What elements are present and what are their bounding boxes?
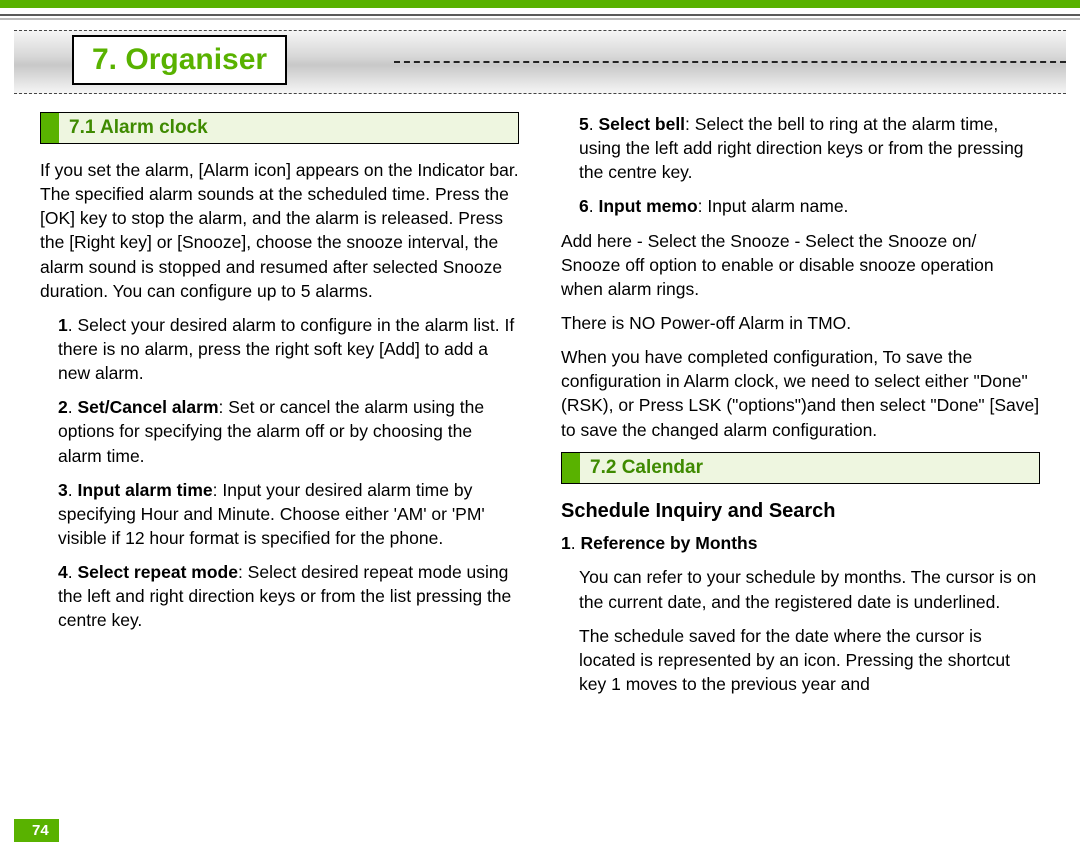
item4-label: Select repeat mode bbox=[77, 562, 237, 582]
top-green-border bbox=[0, 0, 1080, 8]
section-title-7-2: 7.2 Calendar bbox=[590, 455, 703, 481]
page-number: 74 bbox=[32, 822, 49, 839]
item2-label: Set/Cancel alarm bbox=[77, 397, 218, 417]
section72-ref-head: 1. Reference by Months bbox=[561, 531, 1040, 555]
item6-body: : Input alarm name. bbox=[698, 196, 849, 216]
section71-addhere: Add here - Select the Snooze - Select th… bbox=[561, 229, 1040, 301]
section71-item5: 5. Select bell: Select the bell to ring … bbox=[561, 112, 1040, 184]
chapter-dashed-line bbox=[394, 61, 1066, 63]
item1-num: 1 bbox=[58, 315, 68, 335]
subsection-schedule-inquiry: Schedule Inquiry and Search bbox=[561, 498, 1040, 526]
item3-label: Input alarm time bbox=[77, 480, 212, 500]
item4-num: 4 bbox=[58, 562, 68, 582]
chapter-title-box: 7. Organiser bbox=[72, 35, 287, 85]
rule-dark bbox=[0, 14, 1080, 16]
section71-item6: 6. Input memo: Input alarm name. bbox=[561, 194, 1040, 218]
section-heading-7-2: 7.2 Calendar bbox=[561, 452, 1040, 484]
page-body: 7.1 Alarm clock If you set the alarm, [A… bbox=[0, 94, 1080, 706]
section-accent-bar bbox=[41, 113, 59, 143]
item6-label: Input memo bbox=[598, 196, 697, 216]
ref-num: 1 bbox=[561, 533, 571, 553]
chapter-title: 7. Organiser bbox=[92, 43, 267, 76]
section72-ref-body1: You can refer to your schedule by months… bbox=[561, 565, 1040, 613]
item5-label: Select bell bbox=[598, 114, 685, 134]
section-accent-bar bbox=[562, 453, 580, 483]
rule-light bbox=[0, 18, 1080, 20]
chapter-header-strip: 7. Organiser bbox=[14, 30, 1066, 94]
item6-num: 6 bbox=[579, 196, 589, 216]
section71-intro: If you set the alarm, [Alarm icon] appea… bbox=[40, 158, 519, 303]
section71-poweroff: There is NO Power-off Alarm in TMO. bbox=[561, 311, 1040, 335]
item5-num: 5 bbox=[579, 114, 589, 134]
section71-save: When you have completed configuration, T… bbox=[561, 345, 1040, 442]
section-heading-7-1: 7.1 Alarm clock bbox=[40, 112, 519, 144]
left-column: 7.1 Alarm clock If you set the alarm, [A… bbox=[40, 112, 519, 706]
page-number-badge: 74 bbox=[14, 819, 59, 842]
right-column: 5. Select bell: Select the bell to ring … bbox=[561, 112, 1040, 706]
section72-ref-body2: The schedule saved for the date where th… bbox=[561, 624, 1040, 696]
section71-item4: 4. Select repeat mode: Select desired re… bbox=[40, 560, 519, 632]
item3-num: 3 bbox=[58, 480, 68, 500]
item1-body: Select your desired alarm to configure i… bbox=[58, 315, 514, 383]
section71-item3: 3. Input alarm time: Input your desired … bbox=[40, 478, 519, 550]
section71-item1: 1. Select your desired alarm to configur… bbox=[40, 313, 519, 385]
section71-item2: 2. Set/Cancel alarm: Set or cancel the a… bbox=[40, 395, 519, 467]
item2-num: 2 bbox=[58, 397, 68, 417]
ref-label: Reference by Months bbox=[580, 533, 757, 553]
section-title-7-1: 7.1 Alarm clock bbox=[69, 115, 208, 141]
